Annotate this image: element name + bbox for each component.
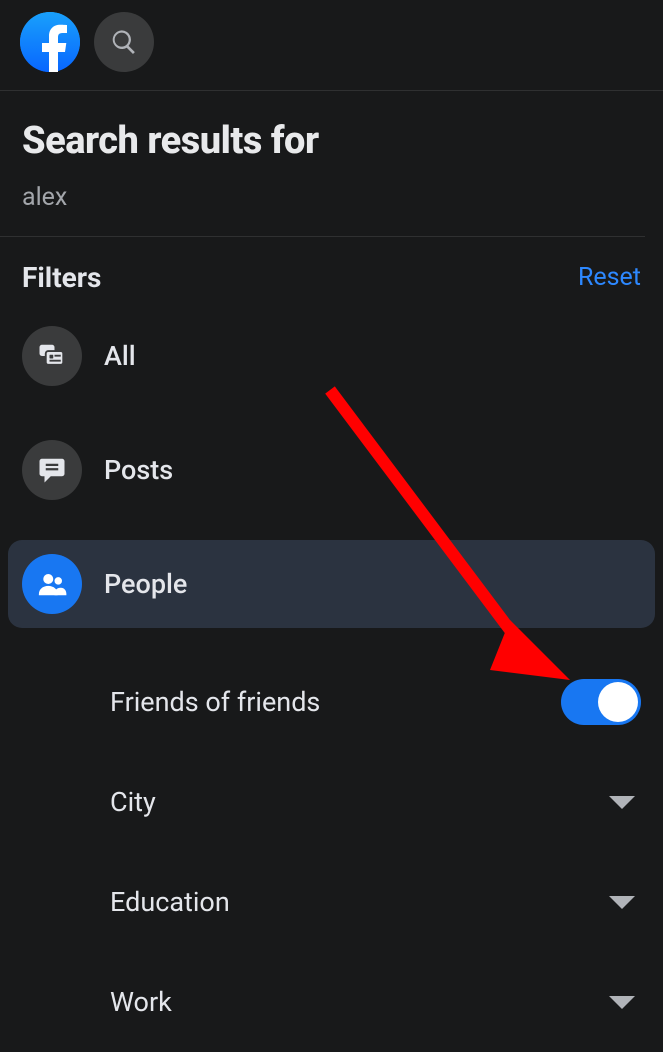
- search-button[interactable]: [94, 12, 154, 72]
- filter-label: People: [104, 568, 187, 600]
- top-bar: [0, 0, 663, 91]
- sub-filter-label: City: [110, 786, 156, 818]
- chevron-down-icon: [609, 896, 635, 909]
- page-title: Search results for: [22, 119, 623, 163]
- filter-label: Posts: [104, 454, 173, 486]
- sub-filter-friends-of-friends: Friends of friends: [110, 652, 641, 752]
- sub-filters: Friends of friends City Education Work: [0, 646, 663, 1052]
- filters-title: Filters: [22, 261, 101, 294]
- people-icon: [22, 554, 82, 614]
- sub-filter-label: Work: [110, 986, 172, 1018]
- search-header: Search results for alex: [0, 91, 645, 237]
- posts-icon: [22, 440, 82, 500]
- chevron-down-icon: [609, 796, 635, 809]
- sub-filter-city[interactable]: City: [110, 752, 641, 852]
- search-query: alex: [22, 183, 623, 212]
- sub-filter-education[interactable]: Education: [110, 852, 641, 952]
- facebook-logo[interactable]: [20, 12, 80, 72]
- sub-filter-label: Friends of friends: [110, 686, 320, 718]
- filters-header: Filters Reset: [0, 237, 663, 312]
- reset-link[interactable]: Reset: [578, 263, 641, 292]
- search-icon: [110, 28, 138, 56]
- filter-item-all[interactable]: All: [8, 312, 655, 400]
- sub-filter-label: Education: [110, 886, 230, 918]
- sub-filter-work[interactable]: Work: [110, 952, 641, 1052]
- filter-item-people[interactable]: People: [8, 540, 655, 628]
- chevron-down-icon: [609, 996, 635, 1009]
- all-icon: [22, 326, 82, 386]
- facebook-icon: [20, 12, 80, 72]
- filter-list: All Posts People: [0, 312, 663, 628]
- friends-of-friends-toggle[interactable]: [561, 679, 641, 725]
- filter-label: All: [104, 340, 136, 372]
- filter-item-posts[interactable]: Posts: [8, 426, 655, 514]
- toggle-knob: [598, 682, 638, 722]
